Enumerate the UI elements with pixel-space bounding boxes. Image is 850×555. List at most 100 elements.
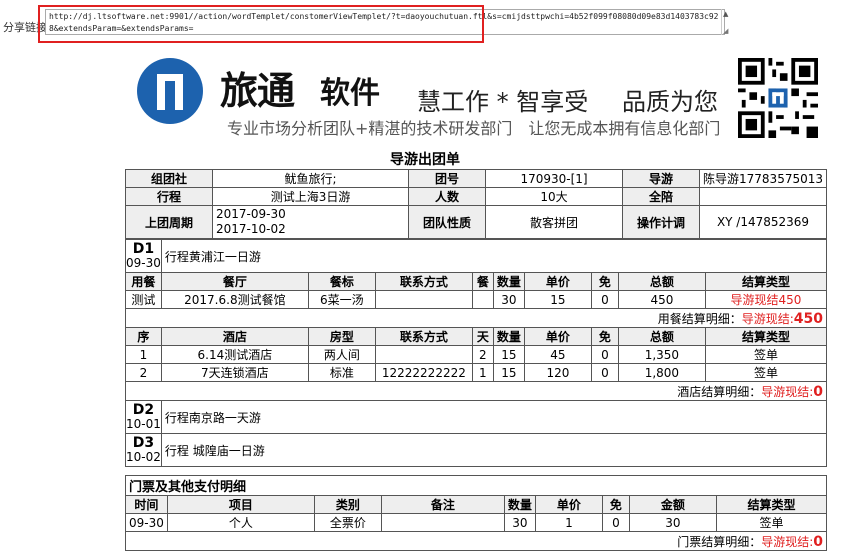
- meal-summary-label: 用餐结算明细：: [657, 311, 742, 326]
- escort-value: [699, 187, 827, 206]
- meal-header-settle: 结算类型: [704, 272, 828, 291]
- hotel-summary: 酒店结算明细：导游现结:0: [125, 381, 827, 401]
- table-row: 1 6.14测试酒店 两人间 2 15 45 0 1,350 签单: [125, 345, 828, 364]
- meal-header-meal: 用餐: [125, 272, 162, 291]
- meal-header-qty: 数量: [492, 272, 525, 291]
- company-logo-icon: [137, 58, 203, 124]
- hotel-summary-value: 0: [813, 383, 823, 400]
- hotel-header-contact: 联系方式: [374, 327, 473, 346]
- ticket-qty: 30: [503, 513, 536, 532]
- hotel-qty: 15: [492, 363, 525, 382]
- period-value: 2017-09-30 2017-10-02: [211, 205, 410, 239]
- ticket-summary: 门票结算明细：导游现结:0: [125, 531, 827, 551]
- hotel-header-days: 天: [471, 327, 494, 346]
- hotel-free: 0: [590, 363, 619, 382]
- day-cell: D1 09-30: [125, 239, 162, 273]
- meal-standard: 6菜一汤: [307, 290, 376, 309]
- hotel-summary-type: 导游现结:: [761, 384, 814, 399]
- day-date: 10-01: [126, 417, 161, 431]
- hotel-room: 两人间: [307, 345, 376, 364]
- day-description: 行程 城隍庙一日游: [160, 433, 828, 467]
- hotel-header-room: 房型: [307, 327, 376, 346]
- period-end: 2017-10-02: [216, 222, 286, 236]
- ticket-header-free: 免: [601, 495, 630, 514]
- meal-free: 0: [590, 290, 619, 309]
- resize-grip-icon[interactable]: ◢: [723, 27, 728, 35]
- meal-total: 450: [617, 290, 706, 309]
- hotel-header-no: 序: [125, 327, 162, 346]
- meal-qty: 30: [492, 290, 525, 309]
- people-label: 人数: [408, 187, 487, 206]
- planner-label: 操作计调: [622, 205, 701, 239]
- hotel-settle: 签单: [704, 345, 828, 364]
- escort-label: 全陪: [622, 187, 701, 206]
- tickets-section-title: 门票及其他支付明细: [125, 475, 827, 496]
- meal-header-standard: 餐标: [307, 272, 376, 291]
- day-number: D1: [132, 241, 155, 257]
- meal-header-restaurant: 餐厅: [160, 272, 309, 291]
- ticket-note: [380, 513, 505, 532]
- ticket-header-type: 类别: [313, 495, 382, 514]
- slogan-primary: 慧工作 * 智享受: [417, 88, 589, 116]
- day-cell: D2 10-01: [125, 400, 162, 434]
- hotel-header-price: 单价: [523, 327, 592, 346]
- period-start: 2017-09-30: [216, 207, 286, 221]
- meal-type: 测试: [125, 290, 162, 309]
- meal-settle: 导游现结450: [704, 290, 828, 309]
- scroll-up-icon[interactable]: ▲: [723, 10, 728, 18]
- share-link-highlight: [38, 5, 484, 43]
- period-label: 上团周期: [125, 205, 213, 239]
- day-number: D2: [132, 402, 155, 418]
- ticket-summary-value: 0: [813, 533, 823, 550]
- hotel-no: 2: [125, 363, 162, 382]
- ticket-header-settle: 结算类型: [715, 495, 828, 514]
- meal-restaurant: 2017.6.8测试餐馆: [160, 290, 309, 309]
- hotel-settle: 签单: [704, 363, 828, 382]
- hotel-contact: [374, 345, 473, 364]
- group-info-table: 组团社 鱿鱼旅行; 团号 170930-[1] 导游 陈导游1778357501…: [125, 169, 827, 239]
- hotel-header-hotel: 酒店: [160, 327, 309, 346]
- planner-value: XY /147852369: [699, 205, 827, 239]
- textarea-scrollbar[interactable]: ▲ ◢: [721, 9, 733, 35]
- day1-table: D1 09-30 行程黄浦江一日游 用餐 餐厅 餐标 联系方式 餐 数量 单价 …: [125, 239, 828, 467]
- company-banner: 旅通 软件 慧工作 * 智享受 品质为您 专业市场分析团队+精湛的技术研发部门 …: [125, 55, 825, 145]
- day-description: 行程黄浦江一日游: [160, 239, 828, 273]
- day-date: 09-30: [126, 256, 161, 270]
- table-row: 测试 2017.6.8测试餐馆 6菜一汤 30 15 0 450 导游现结450: [125, 290, 828, 309]
- hotel-contact: 12222222222: [374, 363, 473, 382]
- brand-suffix: 软件: [320, 76, 380, 111]
- hotel-qty: 15: [492, 345, 525, 364]
- group-agency-value: 鱿鱼旅行;: [211, 169, 410, 188]
- hotel-total: 1,800: [617, 363, 706, 382]
- slogan-secondary: 品质为您: [622, 88, 718, 116]
- ticket-header-amount: 金额: [628, 495, 717, 514]
- guide-label: 导游: [622, 169, 701, 188]
- ticket-free: 0: [601, 513, 630, 532]
- hotel-days: 1: [471, 363, 494, 382]
- ticket-header-price: 单价: [534, 495, 603, 514]
- group-no-label: 团号: [408, 169, 487, 188]
- day-number: D3: [132, 435, 155, 451]
- day-description: 行程南京路一天游: [160, 400, 828, 434]
- itinerary-value: 测试上海3日游: [211, 187, 410, 206]
- ticket-time: 09-30: [125, 513, 168, 532]
- hotel-header-qty: 数量: [492, 327, 525, 346]
- qr-code-icon: [738, 58, 818, 138]
- guide-value: 陈导游17783575013: [699, 169, 827, 188]
- ticket-settle: 签单: [715, 513, 828, 532]
- hotel-room: 标准: [307, 363, 376, 382]
- meal-header-count: 餐: [471, 272, 494, 291]
- hotel-no: 1: [125, 345, 162, 364]
- ticket-price: 1: [534, 513, 603, 532]
- meal-contact: [374, 290, 473, 309]
- meal-summary: 用餐结算明细：导游现结:450: [125, 308, 827, 328]
- ticket-header-note: 备注: [380, 495, 505, 514]
- group-agency-label: 组团社: [125, 169, 213, 188]
- hotel-total: 1,350: [617, 345, 706, 364]
- ticket-summary-label: 门票结算明细：: [677, 534, 762, 549]
- company-tagline: 专业市场分析团队+精湛的技术研发部门 让您无成本拥有信息化部门: [227, 119, 721, 138]
- table-row: 09-30 个人 全票价 30 1 0 30 签单: [125, 513, 828, 532]
- ticket-header-qty: 数量: [503, 495, 536, 514]
- hotel-free: 0: [590, 345, 619, 364]
- ticket-header-item: 项目: [166, 495, 315, 514]
